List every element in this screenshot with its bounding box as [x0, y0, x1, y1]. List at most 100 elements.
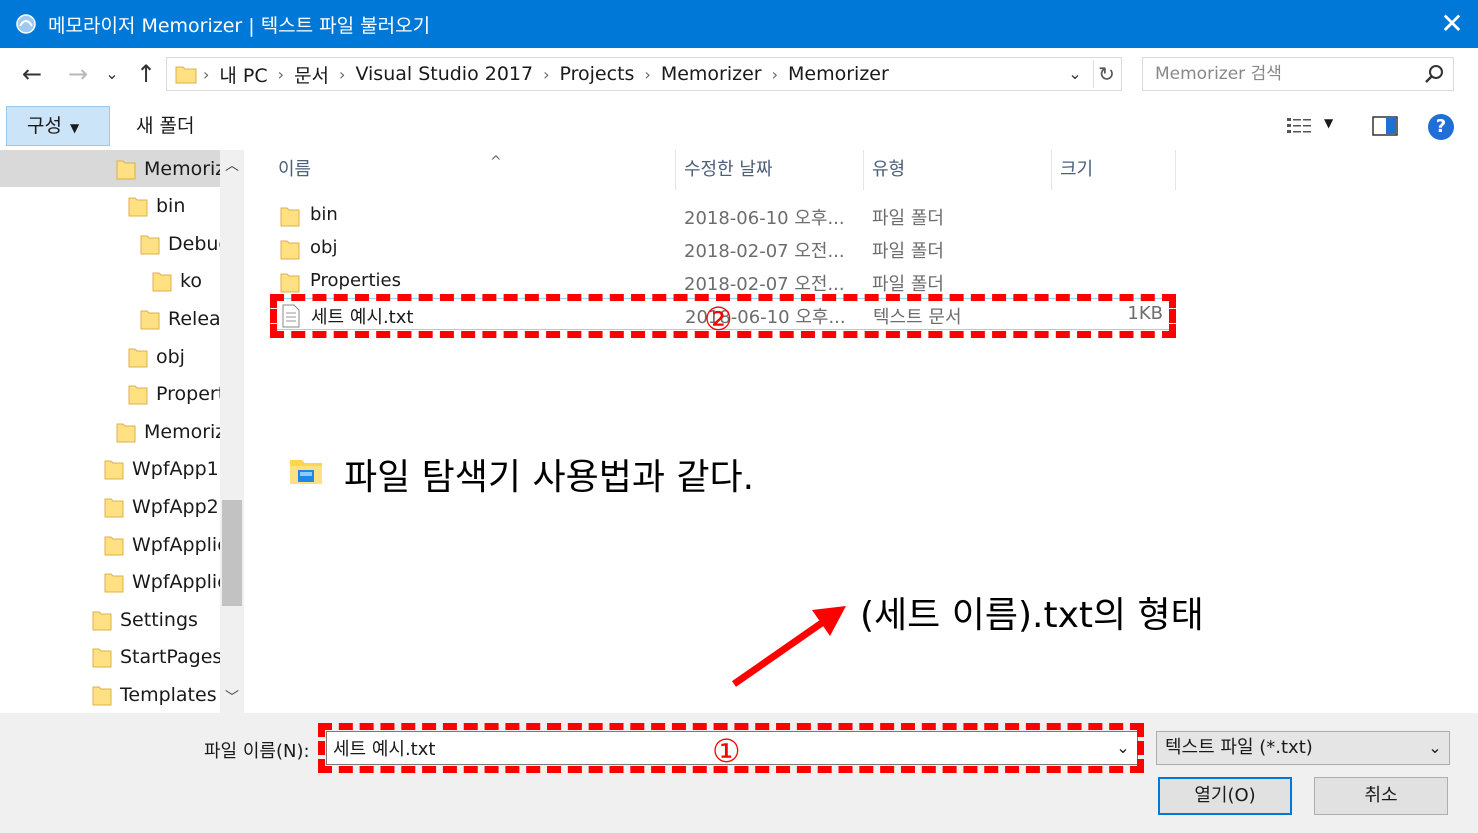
title-bar: 메모라이저 Memorizer | 텍스트 파일 불러오기 ✕: [0, 0, 1478, 48]
breadcrumb-separator[interactable]: ›: [644, 65, 650, 84]
tree-item[interactable]: WpfApplica: [0, 564, 239, 601]
tree-item[interactable]: ko: [0, 263, 220, 300]
navigation-pane[interactable]: Memorize bin Debug ko Release obj Propertie Mem…: [0, 150, 245, 713]
organize-button[interactable]: 구성 ▼: [6, 106, 110, 146]
breadcrumb-separator[interactable]: ›: [278, 65, 284, 84]
refresh-button[interactable]: ↻: [1093, 60, 1119, 88]
close-button[interactable]: ✕: [1432, 6, 1472, 42]
app-logo-icon: [16, 14, 36, 34]
folder-icon: [104, 498, 124, 518]
folder-icon: [116, 423, 136, 443]
file-type: 파일 폴더: [872, 274, 944, 295]
recent-locations-button[interactable]: ⌄: [100, 60, 124, 88]
annotation-format-note: (세트 이름).txt의 형태: [860, 595, 1204, 636]
folder-icon: [280, 207, 300, 227]
help-button[interactable]: ?: [1428, 114, 1454, 140]
up-button[interactable]: ↑: [132, 60, 160, 88]
tree-item[interactable]: StartPages: [0, 639, 223, 676]
breadcrumb-item[interactable]: 내 PC: [219, 61, 267, 88]
folder-icon: [140, 235, 160, 255]
breadcrumb-item[interactable]: Projects: [560, 63, 635, 85]
search-input[interactable]: [1155, 62, 1417, 86]
folder-icon: [116, 160, 136, 179]
cancel-button[interactable]: 취소: [1314, 777, 1448, 815]
breadcrumb-item[interactable]: Memorizer: [788, 63, 889, 85]
tree-item[interactable]: Templates: [0, 676, 220, 713]
breadcrumb-separator: ›: [203, 64, 210, 84]
tree-item[interactable]: Settings: [0, 601, 220, 638]
breadcrumb-item[interactable]: Memorizer: [661, 63, 762, 85]
folder-icon: [140, 310, 160, 330]
column-header-name[interactable]: 이름 ^: [270, 150, 676, 190]
tree-item[interactable]: Debug: [0, 225, 230, 262]
forward-button[interactable]: →: [64, 60, 92, 88]
folder-icon: [104, 536, 124, 555]
tree-item[interactable]: Memorize: [0, 150, 237, 187]
column-header-type[interactable]: 유형: [864, 150, 1052, 190]
breadcrumb-separator[interactable]: ›: [339, 65, 345, 84]
file-name: obj: [310, 237, 338, 258]
tree-item-label: StartPages: [120, 646, 223, 669]
file-name: Properties: [310, 270, 401, 291]
breadcrumb-separator[interactable]: ›: [543, 65, 549, 84]
scrollbar-thumb[interactable]: [222, 500, 242, 606]
tree-item-label: ko: [180, 270, 202, 293]
address-bar[interactable]: › 내 PC › 문서 › Visual Studio 2017 › Proje…: [166, 57, 1122, 91]
folder-icon: [128, 348, 148, 367]
file-date: 2018-02-07 오전...: [684, 241, 845, 262]
folder-icon: [152, 272, 172, 292]
tree-item[interactable]: WpfApp2: [0, 488, 220, 525]
file-name: bin: [310, 204, 338, 225]
file-row[interactable]: bin 2018-06-10 오후... 파일 폴더: [270, 200, 1174, 232]
address-row: ← → ⌄ ↑ › 내 PC › 문서 › Visual Studio 2017…: [0, 48, 1478, 102]
breadcrumb-item[interactable]: Visual Studio 2017: [355, 63, 533, 85]
scroll-down-button[interactable]: ﹀: [220, 686, 244, 710]
folder-icon: [175, 66, 197, 84]
tree-item[interactable]: WpfApp1: [0, 451, 220, 488]
filetype-value: 텍스트 파일 (*.txt): [1165, 737, 1313, 758]
tree-item[interactable]: Propertie: [0, 376, 242, 413]
new-folder-button[interactable]: 새 폴더: [136, 106, 194, 146]
search-box[interactable]: [1142, 57, 1454, 91]
folder-icon: [128, 385, 148, 405]
folder-icon: [92, 648, 112, 668]
breadcrumb-item[interactable]: 문서: [294, 61, 329, 88]
search-icon[interactable]: [1421, 62, 1447, 88]
folder-icon: [104, 460, 124, 480]
tree-item[interactable]: Release: [0, 300, 242, 337]
tree-item[interactable]: Memorize: [0, 413, 237, 450]
column-header-date[interactable]: 수정한 날짜: [676, 150, 864, 190]
tree-item[interactable]: obj: [0, 338, 220, 375]
file-type: 파일 폴더: [872, 208, 944, 229]
back-button[interactable]: ←: [18, 60, 46, 88]
scroll-up-button[interactable]: ︿: [220, 154, 244, 178]
file-type: 파일 폴더: [872, 241, 944, 262]
sort-ascending-icon: ^: [490, 154, 502, 170]
folder-icon: [104, 573, 124, 593]
navigation-scrollbar[interactable]: ︿ ﹀: [220, 150, 244, 713]
open-button[interactable]: 열기(O): [1158, 777, 1292, 815]
filetype-select[interactable]: 텍스트 파일 (*.txt) ⌄: [1156, 731, 1450, 765]
preview-pane-icon[interactable]: [1372, 114, 1398, 138]
tree-item-label: bin: [156, 195, 186, 218]
folder-icon: [280, 240, 300, 260]
address-dropdown-button[interactable]: ⌄: [1065, 62, 1085, 86]
window-title: 메모라이저 Memorizer | 텍스트 파일 불러오기: [48, 15, 431, 37]
file-explorer-icon: [290, 460, 322, 484]
tree-item-label: obj: [156, 345, 185, 368]
tree-item-label: Settings: [120, 608, 198, 631]
tree-item[interactable]: WpfApplica: [0, 526, 239, 563]
command-bar: 구성 ▼ 새 폴더 ▼ ?: [0, 102, 1478, 150]
chevron-down-icon: ▼: [1324, 116, 1334, 130]
filename-label: 파일 이름(N):: [204, 741, 310, 762]
file-row[interactable]: obj 2018-02-07 오전... 파일 폴더: [270, 233, 1174, 265]
annotation-explorer-note: 파일 탐색기 사용법과 같다.: [344, 457, 755, 498]
tree-item[interactable]: bin: [0, 188, 220, 225]
change-view-button[interactable]: ▼: [1286, 114, 1340, 140]
breadcrumb-separator[interactable]: ›: [772, 65, 778, 84]
folder-icon: [128, 197, 148, 217]
column-label: 이름: [278, 159, 312, 180]
folder-icon: [280, 273, 300, 293]
column-header-size[interactable]: 크기: [1052, 150, 1176, 190]
organize-label: 구성: [27, 115, 62, 137]
